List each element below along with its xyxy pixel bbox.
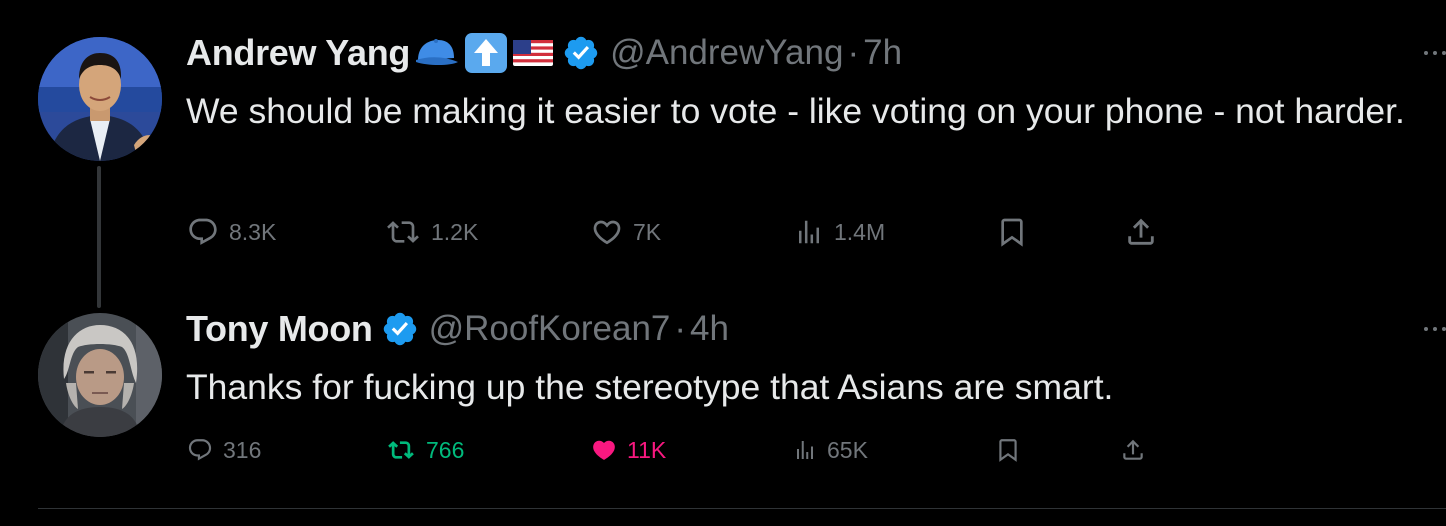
reply-icon — [189, 218, 217, 245]
blue-cap-emoji — [414, 38, 460, 68]
reply-icon — [188, 439, 212, 461]
verified-badge-icon[interactable] — [562, 34, 600, 72]
retweet-button[interactable]: 1.2K — [385, 212, 478, 252]
divider — [38, 508, 1446, 509]
timestamp[interactable]: 4h — [690, 309, 729, 349]
share-button[interactable] — [1124, 212, 1158, 252]
retweet-icon — [387, 221, 419, 243]
heart-icon — [593, 440, 615, 460]
tweet-header: Tony Moon @RoofKorean7 · 4h — [186, 307, 729, 351]
separator-dot: · — [847, 33, 860, 72]
tweet[interactable]: Andrew Yang @AndrewYang · 7h We should b… — [0, 0, 1446, 308]
analytics-icon — [797, 441, 813, 459]
verified-badge-icon[interactable] — [381, 310, 419, 348]
views-button[interactable]: 1.4M — [794, 212, 885, 252]
tweet-text: Thanks for fucking up the stereotype tha… — [186, 367, 1114, 407]
views-count: 65K — [827, 436, 868, 463]
tweet-header: Andrew Yang @AndrewYang · 7h — [186, 31, 902, 75]
like-button[interactable]: 7K — [591, 212, 661, 252]
reply-button[interactable]: 8.3K — [187, 212, 276, 252]
share-icon — [1128, 218, 1154, 245]
retweet-icon — [388, 441, 414, 459]
bookmark-icon — [1001, 218, 1023, 247]
more-options-icon[interactable] — [1424, 327, 1446, 331]
share-button[interactable] — [1120, 430, 1146, 470]
avatar[interactable] — [38, 313, 162, 437]
analytics-icon — [799, 220, 819, 244]
share-icon — [1123, 439, 1143, 460]
reply-button[interactable]: 316 — [187, 430, 261, 470]
author-handle[interactable]: @RoofKorean7 — [429, 309, 671, 349]
up-arrow-emoji — [464, 32, 508, 74]
retweet-button[interactable]: 766 — [386, 430, 464, 470]
timestamp[interactable]: 7h — [863, 33, 902, 73]
reply-count: 316 — [223, 436, 262, 463]
action-bar: 316 766 11K 65K — [0, 430, 1446, 470]
author-name[interactable]: Tony Moon — [186, 308, 373, 350]
like-count: 7K — [633, 218, 662, 245]
author-name[interactable]: Andrew Yang — [186, 32, 410, 74]
action-bar: 8.3K 1.2K 7K 1.4M — [0, 212, 1446, 252]
bookmark-button[interactable] — [995, 430, 1021, 470]
like-button[interactable]: 11K — [591, 430, 666, 470]
views-button[interactable]: 65K — [793, 430, 868, 470]
separator-dot: · — [674, 309, 687, 348]
retweet-count: 1.2K — [431, 218, 479, 245]
us-flag-emoji — [512, 38, 554, 68]
views-count: 1.4M — [834, 218, 886, 245]
author-handle[interactable]: @AndrewYang — [610, 33, 843, 73]
tweet-text: We should be making it easier to vote - … — [186, 91, 1405, 131]
more-options-icon[interactable] — [1424, 51, 1446, 55]
avatar[interactable] — [38, 37, 162, 161]
tweet[interactable]: Tony Moon @RoofKorean7 · 4h Thanks for f… — [0, 290, 1446, 526]
like-count: 11K — [627, 436, 667, 463]
bookmark-button[interactable] — [996, 212, 1028, 252]
heart-icon — [593, 220, 621, 245]
reply-count: 8.3K — [229, 218, 277, 245]
retweet-count: 766 — [426, 436, 465, 463]
bookmark-icon — [999, 439, 1017, 462]
